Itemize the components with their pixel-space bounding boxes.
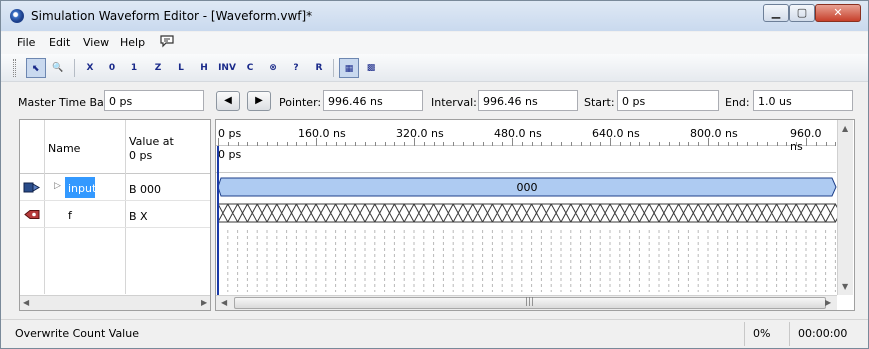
title-bar: Simulation Waveform Editor - [Waveform.v… <box>1 1 868 31</box>
help-balloon-icon[interactable] <box>159 34 175 51</box>
scroll-up-icon[interactable]: ▲ <box>842 124 848 133</box>
name-column-header[interactable]: Name <box>48 142 80 155</box>
signal-value: B X <box>129 210 148 223</box>
signal-name[interactable]: f <box>65 204 72 225</box>
value-column-header[interactable]: Value at 0 ps <box>129 135 174 163</box>
scroll-right-icon[interactable]: ▶ <box>825 298 831 307</box>
zoom-icon[interactable]: 🔍 <box>48 58 68 78</box>
unknown-waveform-f <box>217 203 838 223</box>
invert-icon[interactable]: INV <box>217 58 237 78</box>
input-pin-icon <box>23 182 40 193</box>
previous-transition-button[interactable]: ◀ <box>216 91 240 111</box>
time-bar: Master Time Bar: 0 ps ◀ ▶ Pointer: 996.4… <box>1 83 868 117</box>
start-label: Start: <box>584 96 615 109</box>
clock-icon[interactable]: ⊗ <box>263 58 283 78</box>
menu-bar: File Edit View Help <box>1 32 868 54</box>
signal-row-f[interactable]: f B X <box>20 202 210 228</box>
end-field[interactable]: 1.0 us <box>753 90 853 111</box>
next-transition-button[interactable]: ▶ <box>247 91 271 111</box>
signal-name[interactable]: inputs <box>65 177 102 198</box>
force-high-icon[interactable]: 1 <box>124 58 144 78</box>
toolbar-separator <box>333 59 334 77</box>
toolbar-grip[interactable] <box>13 59 16 77</box>
status-separator <box>789 322 790 346</box>
waveform-canvas[interactable]: 000 <box>216 120 838 296</box>
elapsed-time: 00:00:00 <box>798 327 848 340</box>
scroll-left-icon[interactable]: ◀ <box>221 298 227 307</box>
minimize-button[interactable]: ▁ <box>763 4 789 22</box>
weak-low-icon[interactable]: L <box>171 58 191 78</box>
signal-row-inputs[interactable]: ▷ inputs B 000 <box>20 175 210 201</box>
app-icon <box>10 9 24 23</box>
force-high-impedance-icon[interactable]: Z <box>148 58 168 78</box>
interval-field[interactable]: 996.46 ns <box>478 90 578 111</box>
maximize-button[interactable]: ▢ <box>789 4 815 22</box>
progress-percent: 0% <box>753 327 771 340</box>
grid-settings-icon[interactable]: ▩ <box>361 58 381 78</box>
snap-to-grid-icon[interactable]: ▦ <box>339 58 359 78</box>
output-pin-icon <box>24 210 40 219</box>
master-time-bar-field[interactable]: 0 ps <box>104 90 204 111</box>
thumb-grip-icon: ||| <box>525 297 535 307</box>
value-column-header-line2: 0 ps <box>129 149 153 162</box>
hscroll-thumb[interactable]: ||| <box>234 297 826 309</box>
count-value-icon[interactable]: C <box>240 58 260 78</box>
waveform-panel: 0 ps 160.0 ns 320.0 ns 480.0 ns 640.0 ns 800.… <box>215 119 855 311</box>
window-title: Simulation Waveform Editor - [Waveform.v… <box>31 9 313 23</box>
force-unknown-icon[interactable]: X <box>80 58 100 78</box>
scroll-left-icon[interactable]: ◀ <box>23 298 29 307</box>
menu-view[interactable]: View <box>83 36 109 49</box>
start-field[interactable]: 0 ps <box>617 90 719 111</box>
scroll-down-icon[interactable]: ▼ <box>842 282 848 291</box>
close-button[interactable]: ✕ <box>815 4 861 22</box>
interval-label: Interval: <box>431 96 477 109</box>
menu-edit[interactable]: Edit <box>49 36 70 49</box>
waveform-editor-window: Simulation Waveform Editor - [Waveform.v… <box>0 0 869 349</box>
status-separator <box>744 322 745 346</box>
weak-high-icon[interactable]: H <box>194 58 214 78</box>
pointer-field[interactable]: 996.46 ns <box>323 90 423 111</box>
toolbar-separator <box>74 59 75 77</box>
waveform-hscrollbar[interactable]: ◀ ||| ▶ <box>216 295 837 310</box>
toolbar: ⬉ 🔍 X 0 1 Z L H INV C ⊗? R ▦ ▩ <box>1 54 868 82</box>
pointer-label: Pointer: <box>279 96 322 109</box>
menu-help[interactable]: Help <box>120 36 145 49</box>
master-time-bar-label: Master Time Bar: <box>18 96 112 109</box>
status-bar: Overwrite Count Value 0% 00:00:00 <box>1 319 868 348</box>
force-low-icon[interactable]: 0 <box>102 58 122 78</box>
bus-value-label: 000 <box>517 181 538 194</box>
signal-list-panel: Name Value at 0 ps ▷ inputs B 000 f B X <box>19 119 211 311</box>
arbitrary-value-icon[interactable]: ? <box>286 58 306 78</box>
signal-list-header: Name Value at 0 ps <box>20 120 210 174</box>
signal-value: B 000 <box>129 183 162 196</box>
menu-file[interactable]: File <box>17 36 35 49</box>
pointer-icon[interactable]: ⬉ <box>26 58 46 78</box>
scroll-right-icon[interactable]: ▶ <box>201 298 207 307</box>
expand-arrow-icon[interactable]: ▷ <box>54 181 61 191</box>
value-column-header-line1: Value at <box>129 135 174 148</box>
status-message: Overwrite Count Value <box>15 327 139 340</box>
signal-list-hscrollbar[interactable]: ◀ ▶ <box>20 295 210 310</box>
end-label: End: <box>725 96 750 109</box>
random-value-icon[interactable]: R <box>309 58 329 78</box>
waveform-vscrollbar[interactable]: ▲ ▼ <box>837 120 853 295</box>
